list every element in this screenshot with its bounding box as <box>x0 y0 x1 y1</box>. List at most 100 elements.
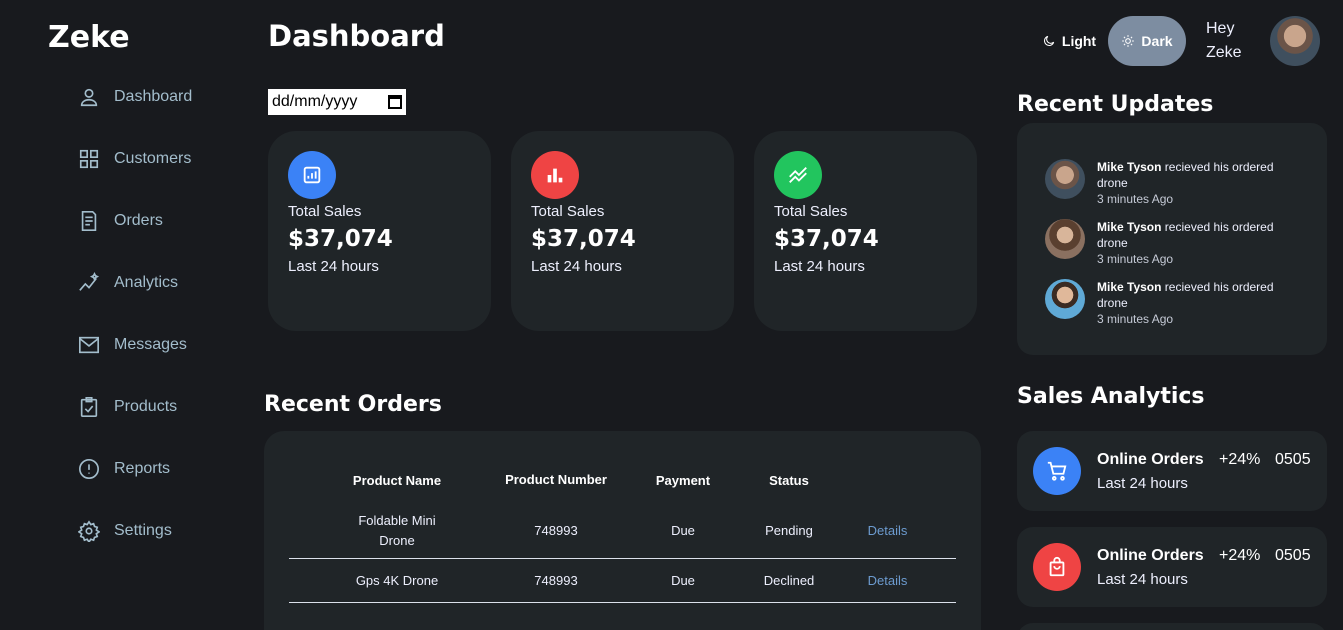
person-icon <box>80 88 98 107</box>
avatar <box>1045 159 1085 199</box>
analytics-count: 0505 <box>1275 547 1311 564</box>
sidebar-item-messages[interactable]: Messages <box>78 314 258 376</box>
sidebar-item-products[interactable]: Products <box>78 376 258 438</box>
brand-logo: Zeke <box>48 20 130 55</box>
receipt-icon <box>81 211 97 231</box>
cell-status: Pending <box>759 504 819 559</box>
sidebar-item-label: Orders <box>114 212 163 229</box>
recent-orders-title: Recent Orders <box>264 392 442 417</box>
shopping-bag-icon <box>1033 543 1081 591</box>
cell-product-number: 748993 <box>505 504 607 559</box>
update-item: Mike Tyson recieved his ordered drone 3 … <box>1045 219 1299 279</box>
orders-table-panel: Product Name Product Number Payment Stat… <box>264 431 981 630</box>
column-header: Status <box>769 472 809 488</box>
bar-chart-icon <box>531 151 579 199</box>
sun-icon <box>1122 35 1135 47</box>
page-title: Dashboard <box>268 19 445 53</box>
card-label: Total Sales <box>531 203 605 220</box>
cell-payment: Due <box>607 504 759 559</box>
analytics-percent: +24% <box>1219 547 1261 564</box>
analytics-subtitle: Last 24 hours <box>1097 570 1188 588</box>
sales-card: Total Sales $37,074 Last 24 hours <box>268 131 491 331</box>
date-input[interactable]: dd/mm/yyyy <box>268 89 406 115</box>
sidebar-item-reports[interactable]: Reports <box>78 438 258 500</box>
greeting-name: Zeke <box>1206 44 1242 61</box>
sidebar-item-settings[interactable]: Settings <box>78 500 258 562</box>
table-row: Foldable Mini Drone 748993 Due Pending D… <box>289 504 956 559</box>
user-greeting: Hey Zeke <box>1206 17 1270 65</box>
column-header: Payment <box>655 472 711 488</box>
orders-table: Product Name Product Number Payment Stat… <box>289 456 956 603</box>
card-value: $37,074 <box>531 226 636 252</box>
calendar-icon[interactable] <box>388 95 402 109</box>
recent-updates-panel: Mike Tyson recieved his ordered drone 3 … <box>1017 123 1327 355</box>
card-subtitle: Last 24 hours <box>288 258 379 275</box>
cart-icon <box>1033 447 1081 495</box>
cell-payment: Due <box>607 558 759 603</box>
cell-product-number: 748993 <box>505 558 607 603</box>
column-header: Product Name <box>352 472 442 488</box>
cell-product-name: Foldable Mini Drone <box>289 504 505 559</box>
update-item: Mike Tyson recieved his ordered drone 3 … <box>1045 159 1299 219</box>
update-time: 3 minutes Ago <box>1097 192 1174 206</box>
table-row: Gps 4K Drone 748993 Due Declined Details <box>289 558 956 603</box>
analytics-subtitle: Last 24 hours <box>1097 474 1188 492</box>
clipboard-check-icon <box>80 397 98 417</box>
recent-updates-title: Recent Updates <box>1017 92 1214 117</box>
update-item: Mike Tyson recieved his ordered drone 3 … <box>1045 279 1299 339</box>
cell-status: Declined <box>759 558 819 603</box>
avatar <box>1045 219 1085 259</box>
sidebar-item-label: Messages <box>114 336 187 353</box>
theme-light-toggle[interactable]: Light <box>1030 33 1108 49</box>
trending-icon <box>774 151 822 199</box>
update-user: Mike Tyson <box>1097 220 1162 234</box>
sidebar-item-customers[interactable]: Customers <box>78 128 258 190</box>
theme-dark-toggle[interactable]: Dark <box>1108 16 1186 66</box>
analytics-item: Online Orders Last 24 hours +24% 0505 <box>1017 431 1327 511</box>
greeting-line: Hey <box>1206 20 1235 37</box>
date-placeholder: dd/mm/yyyy <box>272 93 358 110</box>
sidebar: Dashboard Customers Orders Analytics Mes… <box>78 66 258 562</box>
analytics-count: 0505 <box>1275 451 1311 468</box>
sidebar-item-analytics[interactable]: Analytics <box>78 252 258 314</box>
sales-card: Total Sales $37,074 Last 24 hours <box>511 131 734 331</box>
details-link[interactable]: Details <box>819 558 956 603</box>
sidebar-item-label: Settings <box>114 522 172 539</box>
sidebar-item-label: Reports <box>114 460 171 477</box>
update-user: Mike Tyson <box>1097 160 1162 174</box>
column-header: Product Number <box>505 472 607 487</box>
avatar <box>1045 279 1085 319</box>
theme-light-label: Light <box>1061 33 1097 49</box>
update-user: Mike Tyson <box>1097 280 1162 294</box>
analytics-item-partial <box>1017 623 1327 630</box>
sidebar-item-dashboard[interactable]: Dashboard <box>78 66 258 128</box>
top-bar: Light Dark Hey Zeke <box>1030 16 1320 66</box>
avatar[interactable] <box>1270 16 1320 66</box>
card-subtitle: Last 24 hours <box>531 258 622 275</box>
sidebar-item-label: Analytics <box>114 274 179 291</box>
sidebar-item-orders[interactable]: Orders <box>78 190 258 252</box>
sidebar-item-label: Customers <box>114 150 192 167</box>
cell-product-name: Gps 4K Drone <box>289 558 505 603</box>
insights-icon <box>79 272 100 291</box>
analytics-percent: +24% <box>1219 451 1261 468</box>
update-time: 3 minutes Ago <box>1097 312 1174 326</box>
card-value: $37,074 <box>288 226 393 252</box>
update-time: 3 minutes Ago <box>1097 252 1174 266</box>
details-link[interactable]: Details <box>819 504 956 559</box>
grid-icon <box>79 149 99 169</box>
sidebar-item-label: Dashboard <box>114 88 193 105</box>
sales-analytics-title: Sales Analytics <box>1017 384 1205 409</box>
card-label: Total Sales <box>774 203 848 220</box>
card-label: Total Sales <box>288 203 362 220</box>
report-icon <box>288 151 336 199</box>
sidebar-item-label: Products <box>114 398 178 415</box>
column-header <box>819 456 956 504</box>
alert-circle-icon <box>79 459 99 479</box>
sales-cards: Total Sales $37,074 Last 24 hours Total … <box>268 131 977 331</box>
analytics-title: Online Orders <box>1097 450 1204 468</box>
analytics-title: Online Orders <box>1097 546 1204 564</box>
analytics-item: Online Orders Last 24 hours +24% 0505 <box>1017 527 1327 607</box>
mail-icon <box>79 336 99 354</box>
card-value: $37,074 <box>774 226 879 252</box>
